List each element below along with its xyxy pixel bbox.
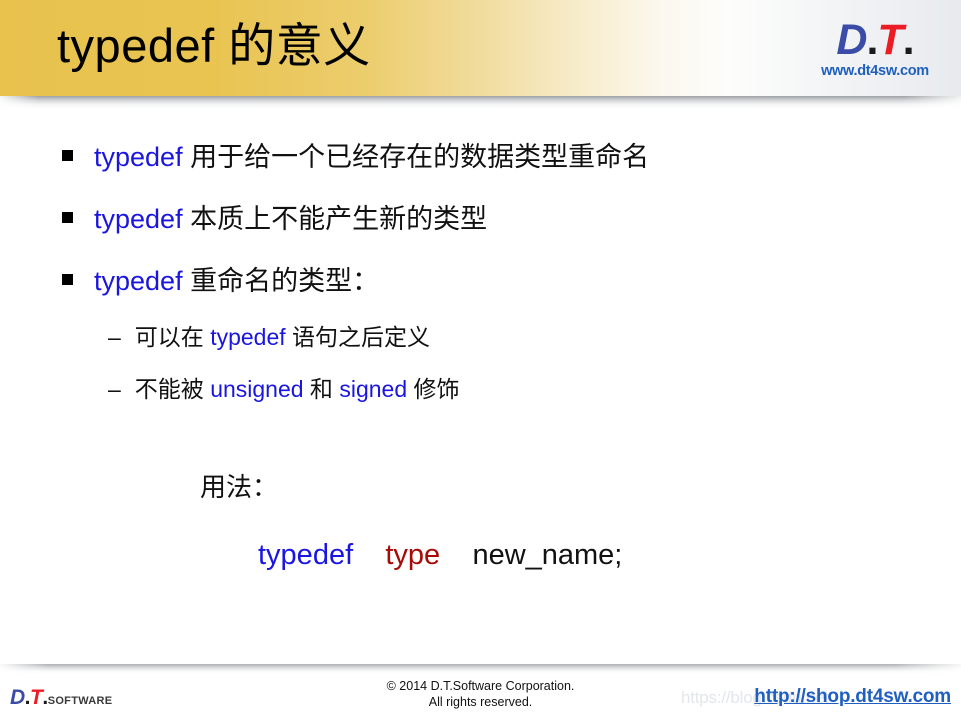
- logo-url: www.dt4sw.com: [821, 63, 929, 79]
- code-keyword: unsigned: [210, 376, 304, 402]
- logo-dot-2: .: [902, 16, 915, 64]
- sub-middle: 和: [303, 376, 340, 402]
- brand-logo: D.T. www.dt4sw.com: [801, 16, 949, 80]
- code-keyword: typedef: [94, 266, 183, 296]
- usage-label: 用法：: [200, 472, 279, 502]
- logo-dot-1: .: [866, 16, 878, 64]
- footer-divider: [0, 664, 961, 674]
- footer-link-area: https://blog.csdn.net http://shop.dt4sw.…: [681, 684, 951, 712]
- syntax-keyword-typedef: typedef: [258, 539, 354, 571]
- syntax-placeholder-type: type: [385, 539, 441, 571]
- list-item: typedef 用于给一个已经存在的数据类型重命名: [0, 140, 961, 174]
- bullet-text: typedef 本质上不能产生新的类型: [94, 202, 487, 236]
- sub-list-item: – 不能被 unsigned 和 signed 修饰: [0, 374, 961, 404]
- sub-list-item: – 可以在 typedef 语句之后定义: [0, 322, 961, 352]
- slide-canvas: typedef 的意义 D.T. www.dt4sw.com typedef 用…: [0, 0, 961, 717]
- bullet-text: typedef 重命名的类型：: [94, 264, 379, 298]
- logo-wordmark: D.T.: [801, 16, 949, 64]
- syntax-example: typedef type new_name;: [0, 536, 961, 574]
- list-item: typedef 本质上不能产生新的类型: [0, 202, 961, 236]
- sub-prefix: 可以在: [134, 324, 211, 350]
- list-item: typedef 重命名的类型：: [0, 264, 961, 298]
- sub-bullet-text: 可以在 typedef 语句之后定义: [135, 322, 430, 352]
- square-bullet-icon: [62, 212, 73, 223]
- title-band-shadow: [0, 96, 961, 109]
- sub-bullet-text: 不能被 unsigned 和 signed 修饰: [135, 374, 460, 404]
- code-keyword: typedef: [94, 204, 183, 234]
- page-title: typedef 的意义: [57, 19, 371, 72]
- code-keyword-2: signed: [339, 376, 408, 402]
- sub-suffix: 修饰: [407, 376, 460, 402]
- sub-suffix: 语句之后定义: [285, 324, 431, 350]
- bullet-rest: 用于给一个已经存在的数据类型重命名: [182, 142, 650, 172]
- syntax-gap-2: [440, 539, 472, 571]
- syntax-gap-1: [353, 539, 385, 571]
- bullet-rest: 本质上不能产生新的类型: [182, 204, 488, 234]
- syntax-placeholder-newname: new_name;: [472, 539, 623, 571]
- square-bullet-icon: [62, 274, 73, 285]
- bullet-rest: 重命名的类型：: [182, 266, 380, 296]
- code-keyword: typedef: [94, 142, 183, 172]
- square-bullet-icon: [62, 150, 73, 161]
- shop-link[interactable]: http://shop.dt4sw.com: [754, 684, 951, 709]
- sub-prefix: 不能被: [134, 376, 211, 402]
- dash-bullet-icon: –: [108, 324, 121, 350]
- dash-bullet-icon: –: [108, 376, 121, 402]
- slide-body: typedef 用于给一个已经存在的数据类型重命名 typedef 本质上不能产…: [0, 140, 961, 426]
- usage-block: 用法： typedef type new_name;: [0, 470, 961, 574]
- bullet-text: typedef 用于给一个已经存在的数据类型重命名: [94, 140, 649, 174]
- logo-letter-t: T: [877, 16, 903, 64]
- logo-letter-d: D: [836, 16, 867, 64]
- code-keyword: typedef: [210, 324, 286, 350]
